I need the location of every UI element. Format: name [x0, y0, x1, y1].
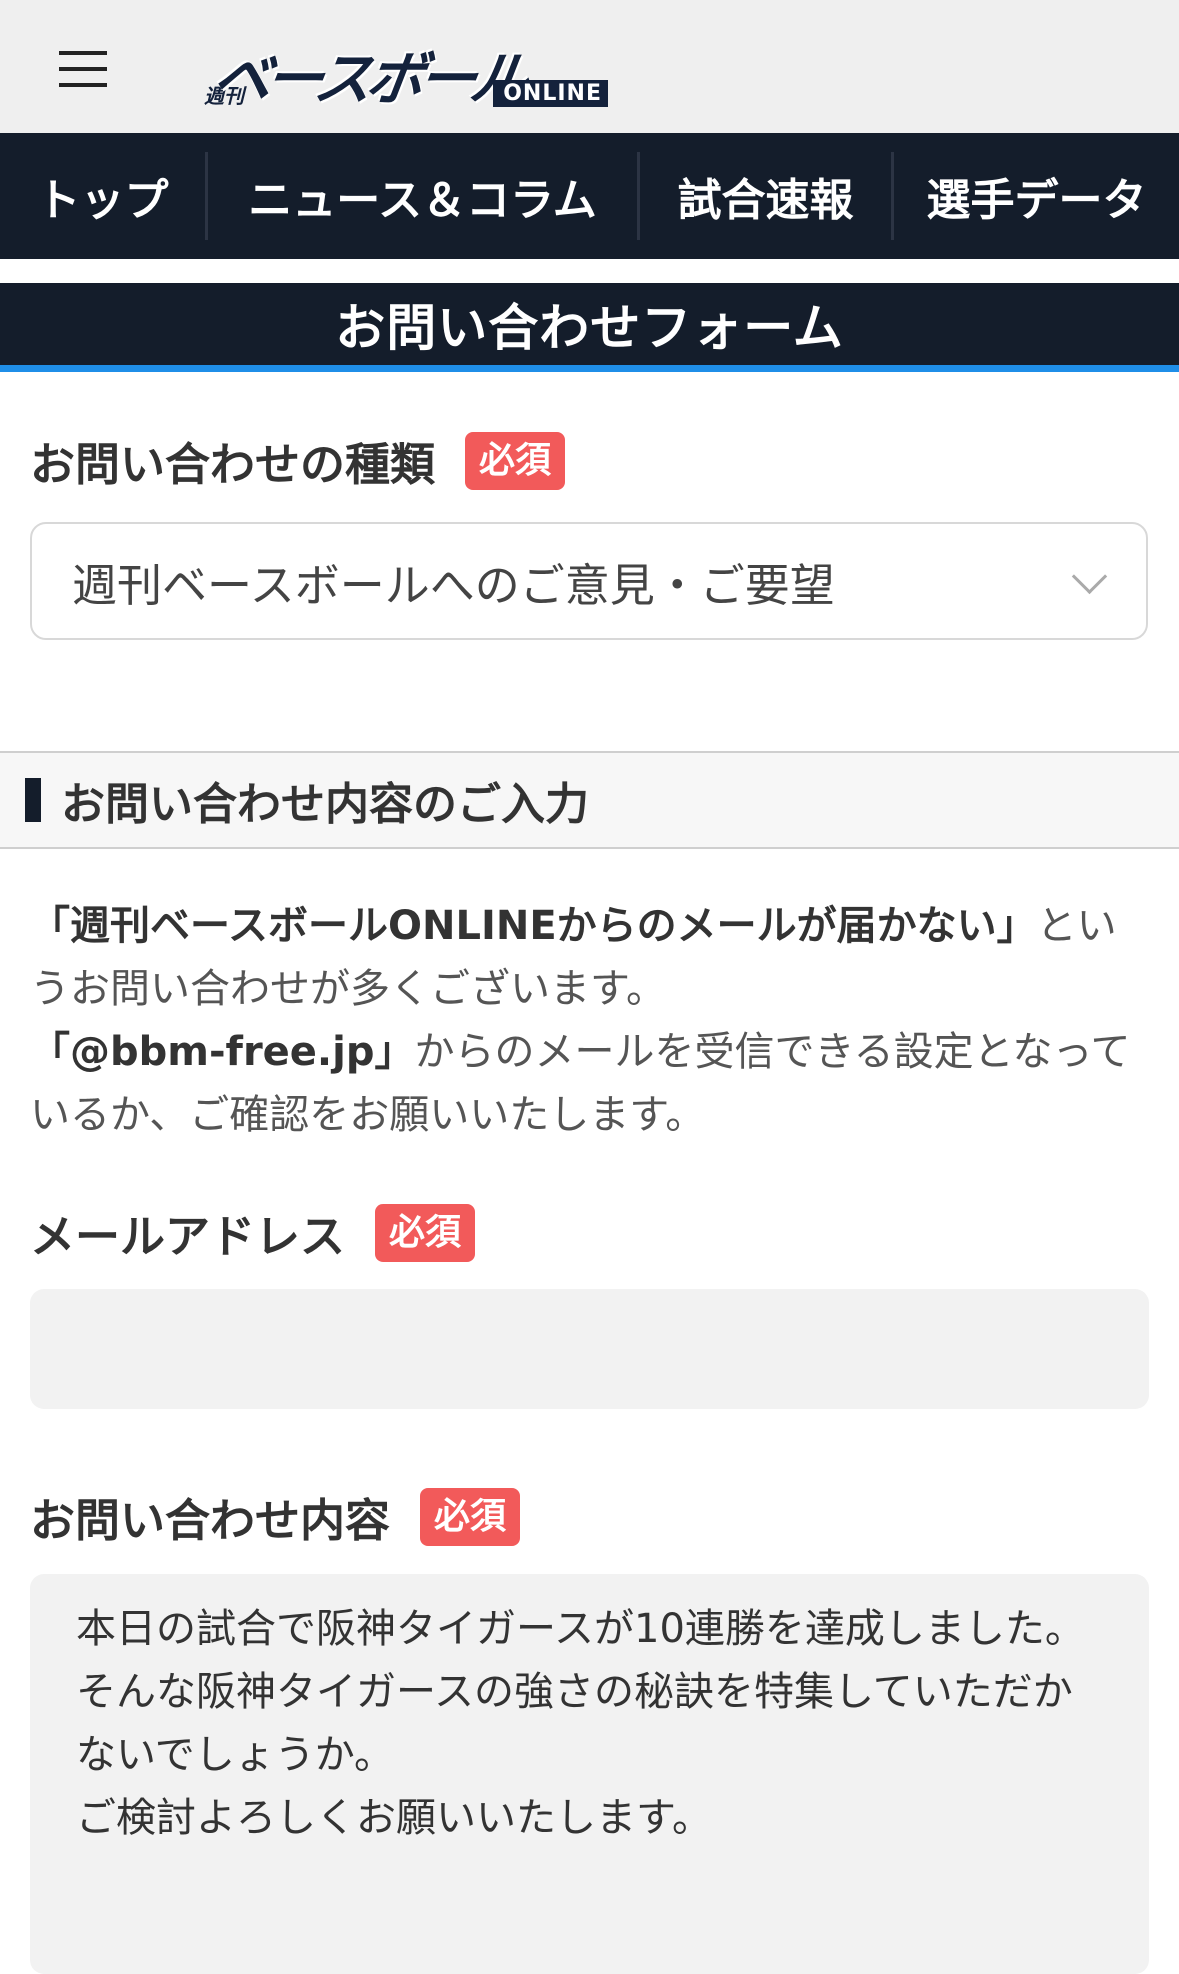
inquiry-type-label: お問い合わせの種類 [30, 438, 436, 491]
page-title-bar: お問い合わせフォーム [0, 283, 1179, 372]
nav-item-top[interactable]: トップ [0, 152, 208, 240]
section-marker [25, 778, 41, 822]
email-field[interactable] [30, 1289, 1149, 1409]
required-badge: 必須 [465, 431, 566, 490]
logo-main-text: ベースボール [208, 45, 528, 113]
chevron-down-icon [1071, 558, 1108, 595]
section-heading: お問い合わせ内容のご入力 [0, 751, 1179, 849]
nav-item-news-column[interactable]: ニュース＆コラム [208, 152, 640, 240]
page-title: お問い合わせフォーム [335, 299, 844, 357]
site-header: 週刊 ベースボール ONLINE [0, 0, 1179, 133]
notice-quote-2: 「@bbm-free.jp」 [30, 1029, 415, 1075]
email-label: メールアドレス [30, 1210, 346, 1263]
global-nav: トップ ニュース＆コラム 試合速報 選手データ [0, 133, 1179, 259]
logo-online-text: ONLINE [493, 80, 608, 107]
email-label-row: メールアドレス 必須 [30, 1200, 476, 1265]
message-textarea[interactable]: 本日の試合で阪神タイガースが10連勝を達成しました。 そんな阪神タイガースの強さ… [30, 1574, 1149, 1974]
required-badge: 必須 [420, 1487, 521, 1546]
inquiry-type-selected-value: 週刊ベースボールへのご意見・ご要望 [72, 558, 835, 612]
required-badge: 必須 [375, 1203, 476, 1262]
message-label: お問い合わせ内容 [30, 1494, 391, 1547]
notice-quote-1: 「週刊ベースボールONLINEからのメールが届かない」 [30, 903, 1037, 949]
inquiry-type-label-row: お問い合わせの種類 必須 [30, 428, 566, 493]
section-heading-text: お問い合わせ内容のご入力 [61, 779, 589, 830]
site-logo[interactable]: 週刊 ベースボール ONLINE [200, 34, 610, 113]
hamburger-menu-icon[interactable] [59, 51, 107, 87]
email-notice: 「週刊ベースボールONLINEからのメールが届かない」というお問い合わせが多くご… [30, 895, 1150, 1147]
nav-item-game-live[interactable]: 試合速報 [640, 152, 894, 240]
nav-item-player-data[interactable]: 選手データ [894, 152, 1179, 240]
inquiry-type-select[interactable]: 週刊ベースボールへのご意見・ご要望 [30, 522, 1148, 640]
message-label-row: お問い合わせ内容 必須 [30, 1484, 521, 1549]
